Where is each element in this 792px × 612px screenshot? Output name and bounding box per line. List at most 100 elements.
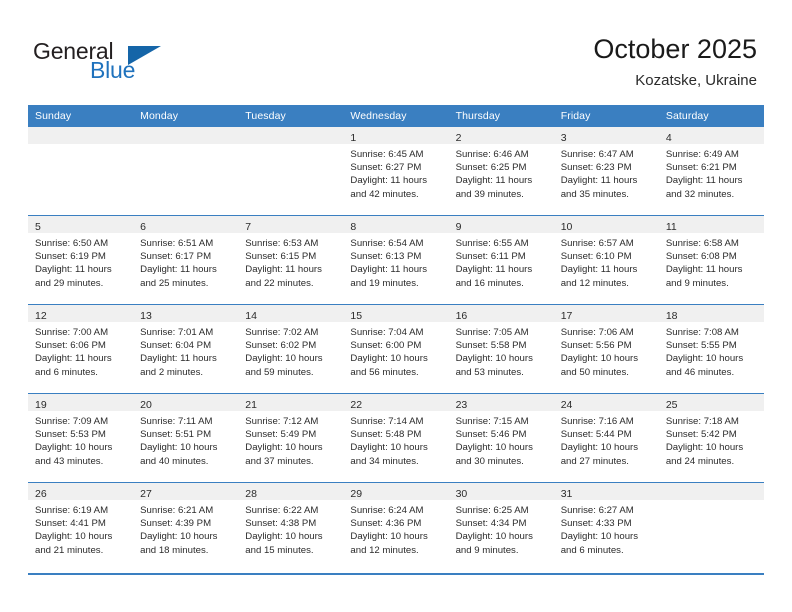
day-number: 15 <box>350 310 363 322</box>
calendar-day-cell[interactable]: 5 Sunrise: 6:50 AM Sunset: 6:19 PM Daylight… <box>28 215 134 305</box>
calendar-header-row: Sunday Monday Tuesday Wednesday Thursday… <box>28 105 764 127</box>
calendar-day-cell[interactable]: 6 Sunrise: 6:51 AM Sunset: 6:17 PM Daylight… <box>133 215 239 305</box>
day-detail-line: and 32 minutes. <box>665 188 735 200</box>
day-detail-line: Sunrise: 7:05 AM <box>455 327 529 338</box>
calendar-grid: Sunday Monday Tuesday Wednesday Thursday… <box>28 105 764 571</box>
calendar-day-cell[interactable]: 3 Sunrise: 6:47 AM Sunset: 6:23 PM Daylight… <box>553 127 659 216</box>
day-number-band: 15 <box>343 305 449 322</box>
day-detail-line: Sunrise: 6:21 AM <box>140 505 214 516</box>
day-detail-line: and 46 minutes. <box>665 366 735 378</box>
day-cell-body: Sunrise: 6:19 AM Sunset: 4:41 PM Daylight:… <box>28 500 133 557</box>
day-cell-body: Sunrise: 6:51 AM Sunset: 6:17 PM Daylight:… <box>133 233 238 290</box>
day-number-band: 26 <box>28 483 134 500</box>
day-number-band: 17 <box>553 305 659 322</box>
calendar-day-cell[interactable]: 31 Sunrise: 6:27 AM Sunset: 4:33 PM Dayligh… <box>553 482 659 571</box>
day-detail-line: Daylight: 11 hours <box>35 264 112 276</box>
day-detail-line: Sunset: 6:02 PM <box>245 340 317 352</box>
brand-logo[interactable]: General Blue <box>33 40 253 86</box>
calendar-page: General Blue October 2025 Kozatske, Ukra… <box>0 0 792 612</box>
weekday-header-sunday: Sunday <box>28 105 134 127</box>
day-number-band: 11 <box>658 216 764 233</box>
day-cell-body: Sunrise: 6:54 AM Sunset: 6:13 PM Daylight:… <box>343 233 448 290</box>
day-detail-line: and 15 minutes. <box>245 544 314 556</box>
calendar-day-cell[interactable]: 12 Sunrise: 7:00 AM Sunset: 6:06 PM Dayligh… <box>28 304 134 394</box>
day-cell-body: Sunrise: 7:00 AM Sunset: 6:06 PM Daylight:… <box>28 322 133 379</box>
day-detail-line: and 50 minutes. <box>560 366 629 378</box>
calendar-day-cell[interactable]: 14 Sunrise: 7:02 AM Sunset: 6:02 PM Dayligh… <box>238 304 344 394</box>
day-number-band: 5 <box>28 216 134 233</box>
day-number-band: 7 <box>238 216 344 233</box>
day-detail-line: Sunrise: 6:24 AM <box>350 505 424 516</box>
day-detail-line: Daylight: 11 hours <box>35 353 112 365</box>
day-number: 29 <box>350 488 363 500</box>
calendar-day-cell[interactable]: 4 Sunrise: 6:49 AM Sunset: 6:21 PM Daylight… <box>658 127 764 216</box>
calendar-day-cell[interactable]: 7 Sunrise: 6:53 AM Sunset: 6:15 PM Daylight… <box>238 215 344 305</box>
day-detail-line: Sunrise: 7:09 AM <box>35 416 109 427</box>
calendar-day-cell[interactable]: 1 Sunrise: 6:45 AM Sunset: 6:27 PM Daylight… <box>343 127 449 216</box>
day-cell-body: Sunrise: 7:12 AM Sunset: 5:49 PM Daylight:… <box>238 411 343 468</box>
day-detail-line: Daylight: 10 hours <box>245 442 323 454</box>
day-detail-line: Daylight: 11 hours <box>455 175 533 187</box>
day-detail-line: Daylight: 10 hours <box>665 442 744 454</box>
day-detail-line: and 18 minutes. <box>140 544 209 556</box>
calendar-day-cell[interactable]: 29 Sunrise: 6:24 AM Sunset: 4:36 PM Dayligh… <box>343 482 449 571</box>
calendar-day-cell[interactable]: 17 Sunrise: 7:06 AM Sunset: 5:56 PM Dayligh… <box>553 304 659 394</box>
day-detail-line: Sunrise: 6:58 AM <box>665 238 739 249</box>
calendar-day-cell[interactable]: 21 Sunrise: 7:12 AM Sunset: 5:49 PM Dayligh… <box>238 393 344 483</box>
calendar-day-cell[interactable]: 20 Sunrise: 7:11 AM Sunset: 5:51 PM Dayligh… <box>133 393 239 483</box>
calendar-day-cell[interactable]: 19 Sunrise: 7:09 AM Sunset: 5:53 PM Dayligh… <box>28 393 134 483</box>
day-detail-line: Sunset: 6:25 PM <box>455 162 527 174</box>
day-detail-line: Daylight: 10 hours <box>350 531 428 543</box>
calendar-day-cell[interactable]: 13 Sunrise: 7:01 AM Sunset: 6:04 PM Dayligh… <box>133 304 239 394</box>
day-number: 14 <box>245 310 257 322</box>
day-detail-line: Sunrise: 7:11 AM <box>140 416 213 427</box>
brand-name-blue: Blue <box>90 57 136 83</box>
calendar-day-cell-empty <box>658 482 764 571</box>
calendar-day-cell[interactable]: 18 Sunrise: 7:08 AM Sunset: 5:55 PM Dayligh… <box>658 304 764 394</box>
day-number: 9 <box>455 221 462 233</box>
calendar-day-cell[interactable]: 30 Sunrise: 6:25 AM Sunset: 4:34 PM Dayligh… <box>448 482 554 571</box>
calendar-day-cell[interactable]: 25 Sunrise: 7:18 AM Sunset: 5:42 PM Dayligh… <box>658 393 764 483</box>
calendar-day-cell[interactable]: 26 Sunrise: 6:19 AM Sunset: 4:41 PM Dayligh… <box>28 482 134 571</box>
calendar-day-cell[interactable]: 22 Sunrise: 7:14 AM Sunset: 5:48 PM Dayligh… <box>343 393 449 483</box>
day-number: 28 <box>245 488 257 500</box>
calendar-day-cell[interactable]: 23 Sunrise: 7:15 AM Sunset: 5:46 PM Dayligh… <box>448 393 554 483</box>
day-detail-line: Sunrise: 6:22 AM <box>245 505 319 516</box>
calendar-day-cell[interactable]: 28 Sunrise: 6:22 AM Sunset: 4:38 PM Dayligh… <box>238 482 344 571</box>
day-number-band <box>28 127 134 144</box>
day-detail-line: Sunset: 6:17 PM <box>140 251 212 263</box>
calendar-day-cell[interactable]: 16 Sunrise: 7:05 AM Sunset: 5:58 PM Dayligh… <box>448 304 554 394</box>
day-number-band: 18 <box>658 305 764 322</box>
day-detail-line: Sunset: 4:39 PM <box>140 518 212 530</box>
calendar-day-cell[interactable]: 15 Sunrise: 7:04 AM Sunset: 6:00 PM Dayligh… <box>343 304 449 394</box>
day-number-band: 30 <box>448 483 554 500</box>
day-detail-line: Daylight: 11 hours <box>560 175 638 187</box>
day-detail-line: Daylight: 10 hours <box>665 353 744 365</box>
calendar-day-cell[interactable]: 11 Sunrise: 6:58 AM Sunset: 6:08 PM Dayligh… <box>658 215 764 305</box>
day-cell-body: Sunrise: 7:18 AM Sunset: 5:42 PM Daylight:… <box>659 411 764 468</box>
day-detail-line: Sunrise: 7:00 AM <box>35 327 109 338</box>
calendar-day-cell[interactable]: 10 Sunrise: 6:57 AM Sunset: 6:10 PM Dayligh… <box>553 215 659 305</box>
day-number-band: 16 <box>448 305 554 322</box>
day-detail-line: Sunset: 5:56 PM <box>560 340 632 352</box>
day-detail-line: Sunset: 6:15 PM <box>245 251 317 263</box>
day-detail-line: and 39 minutes. <box>455 188 524 200</box>
calendar-day-cell[interactable]: 8 Sunrise: 6:54 AM Sunset: 6:13 PM Daylight… <box>343 215 449 305</box>
calendar-day-cell[interactable]: 27 Sunrise: 6:21 AM Sunset: 4:39 PM Dayligh… <box>133 482 239 571</box>
day-number: 11 <box>665 221 677 233</box>
day-number-band: 4 <box>658 127 764 144</box>
day-detail-line: Sunrise: 7:01 AM <box>140 327 214 338</box>
day-cell-body <box>659 500 764 504</box>
day-number: 22 <box>350 399 363 411</box>
day-detail-line: Sunrise: 6:49 AM <box>665 149 739 160</box>
day-detail-line: and 19 minutes. <box>350 277 419 289</box>
day-detail-line: Daylight: 10 hours <box>455 353 533 365</box>
calendar-day-cell[interactable]: 2 Sunrise: 6:46 AM Sunset: 6:25 PM Daylight… <box>448 127 554 216</box>
calendar-day-cell[interactable]: 24 Sunrise: 7:16 AM Sunset: 5:44 PM Dayligh… <box>553 393 659 483</box>
day-cell-body: Sunrise: 6:45 AM Sunset: 6:27 PM Daylight:… <box>343 144 448 201</box>
calendar-day-cell[interactable]: 9 Sunrise: 6:55 AM Sunset: 6:11 PM Daylight… <box>448 215 554 305</box>
day-detail-line: and 34 minutes. <box>350 455 419 467</box>
day-cell-body: Sunrise: 6:27 AM Sunset: 4:33 PM Daylight:… <box>554 500 659 557</box>
day-number-band: 29 <box>343 483 449 500</box>
day-cell-body: Sunrise: 7:15 AM Sunset: 5:46 PM Daylight:… <box>449 411 554 468</box>
